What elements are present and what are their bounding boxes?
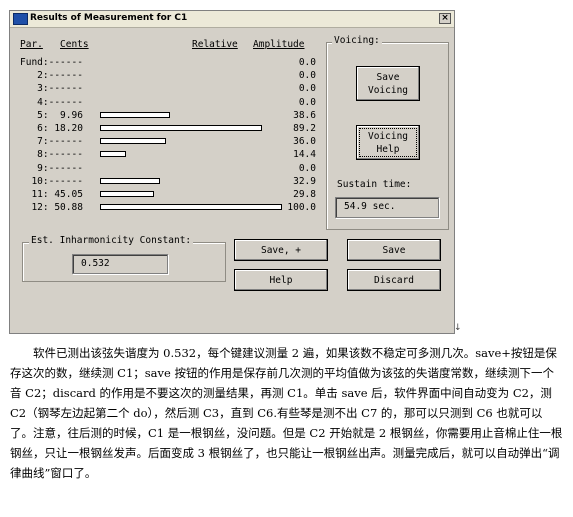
partial-label: Fund:------	[20, 57, 83, 68]
help-button[interactable]: Help	[234, 269, 328, 291]
amplitude-bar	[100, 204, 282, 211]
amplitude-bar	[100, 177, 160, 184]
amplitude-value: 14.4	[293, 149, 316, 161]
partial-label: 10:------	[20, 175, 83, 187]
amplitude-value: 0.0	[298, 96, 316, 108]
save-voicing-label: Save Voicing	[367, 71, 409, 96]
partial-label: 5: 9.96	[20, 109, 83, 121]
partial-label: 12: 50.88	[20, 202, 83, 214]
partial-label: 8:------	[20, 149, 83, 161]
save-plus-button[interactable]: Save, +	[234, 239, 328, 261]
amplitude-bar	[100, 151, 127, 158]
inharmonicity-value-field: 0.532	[72, 254, 168, 274]
close-button[interactable]: ×	[439, 13, 451, 24]
column-header-par: Par.	[20, 39, 43, 50]
caption-paragraph: 软件已测出该弦失谐度为 0.532，每个键建议测量 2 遍，如果该数不稳定可多测…	[10, 346, 563, 480]
sustain-time-label: Sustain time:	[337, 179, 412, 190]
column-header-relative: Relative	[192, 39, 238, 50]
inharmonicity-group-title: Est. Inharmonicity Constant:	[29, 235, 194, 246]
return-arrow-icon: ↓	[454, 323, 462, 333]
partial-label: 3:------	[20, 83, 83, 95]
amplitude-bar	[100, 138, 166, 145]
amplitude-bar	[100, 191, 155, 197]
voicing-help-label: Voicing Help	[367, 130, 409, 155]
amplitude-value: 38.6	[293, 109, 316, 121]
amplitude-value: 0.0	[298, 70, 316, 82]
amplitude-value: 100.0	[287, 202, 316, 214]
amplitude-value: 0.0	[298, 83, 316, 95]
voicing-group-title: Voicing:	[332, 35, 382, 46]
partial-label: 7:------	[20, 136, 83, 148]
amplitude-value: 89.2	[293, 123, 316, 134]
caption-text: 软件已测出该弦失谐度为 0.532，每个键建议测量 2 遍，如果该数不稳定可多测…	[10, 343, 565, 483]
amplitude-value: 0.0	[298, 57, 316, 68]
amplitude-bar	[100, 125, 263, 131]
app-window-icon	[13, 13, 28, 25]
amplitude-value: 29.8	[293, 189, 316, 200]
results-window: Results of Measurement for C1 × Par. Cen…	[9, 10, 455, 334]
column-header-amplitude: Amplitude	[253, 39, 305, 50]
amplitude-value: 32.9	[293, 175, 316, 187]
discard-button[interactable]: Discard	[347, 269, 441, 291]
sustain-time-field: 54.9 sec.	[335, 197, 439, 218]
title-bar: Results of Measurement for C1 ×	[10, 11, 454, 28]
window-title: Results of Measurement for C1	[30, 13, 188, 23]
save-button[interactable]: Save	[347, 239, 441, 261]
column-header-cents: Cents	[60, 39, 89, 50]
voicing-help-button[interactable]: Voicing Help	[356, 125, 420, 160]
amplitude-value: 0.0	[298, 162, 316, 174]
amplitude-value: 36.0	[293, 136, 316, 148]
partial-label: 11: 45.05	[20, 189, 83, 200]
partial-label: 9:------	[20, 162, 83, 174]
partial-label: 2:------	[20, 70, 83, 82]
save-voicing-button[interactable]: Save Voicing	[356, 66, 420, 101]
partial-label: 6: 18.20	[20, 123, 83, 134]
amplitude-bar	[100, 111, 171, 118]
partial-label: 4:------	[20, 96, 83, 108]
